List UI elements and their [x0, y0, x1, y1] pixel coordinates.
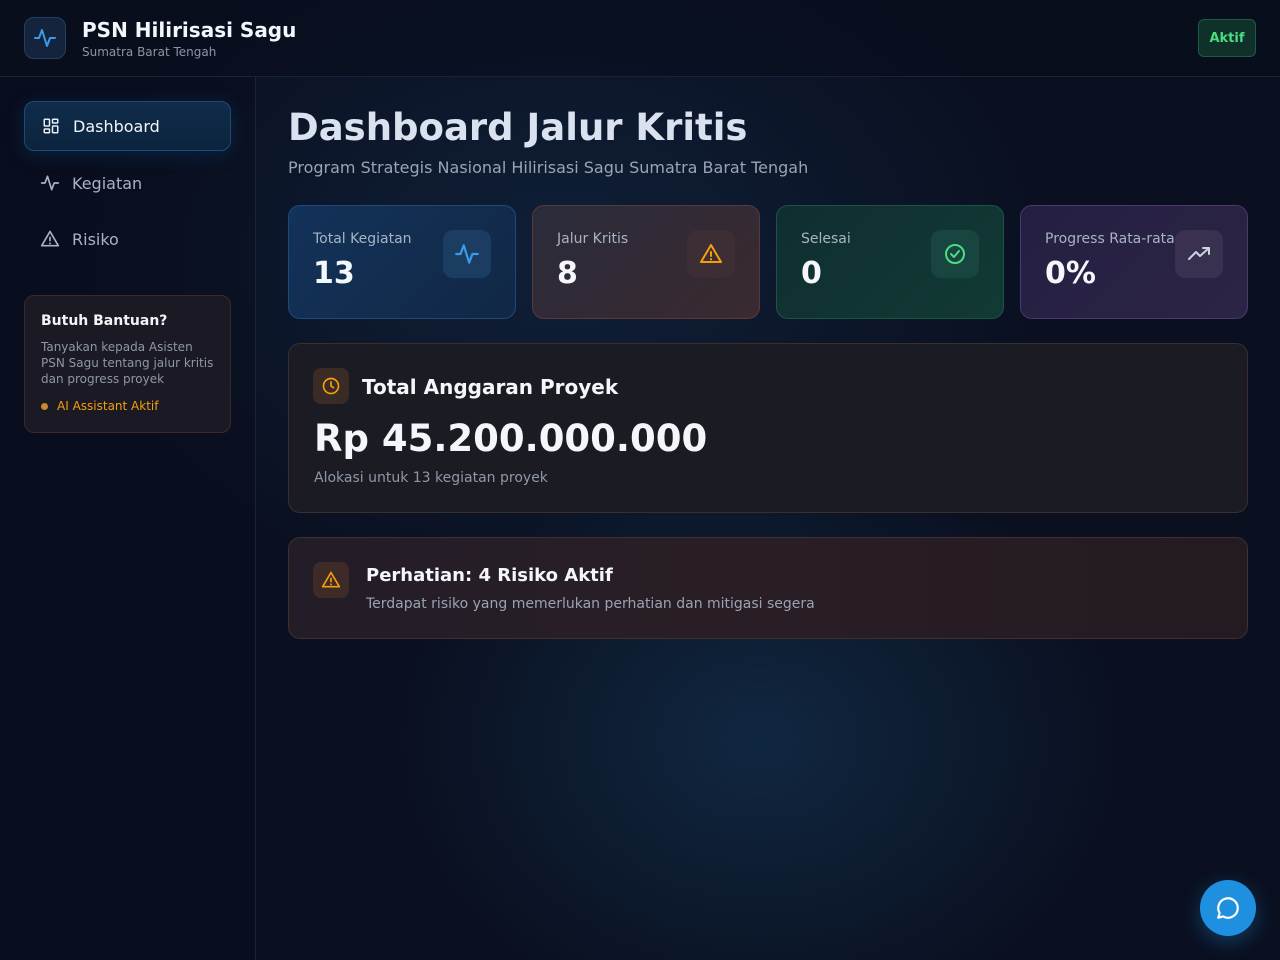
status-badge: Aktif [1198, 19, 1256, 57]
sidebar-item-kegiatan[interactable]: Kegiatan [24, 158, 231, 208]
warning-icon [313, 562, 349, 598]
sidebar-item-label: Risiko [72, 229, 119, 249]
activity-icon [443, 230, 491, 278]
warning-icon [40, 229, 60, 249]
grid-icon [41, 116, 61, 136]
help-text: Tanyakan kepada Asisten PSN Sagu tentang… [41, 340, 214, 386]
stat-card-progress: Progress Rata-rata 0% [1020, 205, 1248, 319]
stat-card-total-kegiatan: Total Kegiatan 13 [288, 205, 516, 319]
stat-card-jalur-kritis: Jalur Kritis 8 [532, 205, 760, 319]
help-title: Butuh Bantuan? [41, 313, 168, 329]
activity-icon [40, 173, 60, 193]
activity-icon [34, 29, 56, 47]
status-dot-icon [41, 402, 48, 410]
help-card: Butuh Bantuan? Tanyakan kepada Asisten P… [24, 295, 231, 433]
budget-title: Total Anggaran Proyek [362, 375, 619, 399]
ai-assistant-status-label: AI Assistant Aktif [57, 399, 159, 413]
risk-alert-card: Perhatian: 4 Risiko Aktif Terdapat risik… [288, 537, 1248, 639]
app-title: PSN Hilirisasi Sagu [82, 18, 297, 42]
warning-icon [687, 230, 735, 278]
sidebar: Dashboard Kegiatan Risiko Butuh Bantuan?… [0, 77, 256, 960]
sidebar-item-risiko[interactable]: Risiko [24, 214, 231, 264]
chat-button[interactable] [1200, 880, 1256, 936]
check-circle-icon [931, 230, 979, 278]
app-subtitle: Sumatra Barat Tengah [82, 45, 217, 59]
budget-card: Total Anggaran Proyek Rp 45.200.000.000 … [288, 343, 1248, 513]
budget-value: Rp 45.200.000.000 [314, 417, 708, 460]
stat-card-selesai: Selesai 0 [776, 205, 1004, 319]
page-title: Dashboard Jalur Kritis [288, 106, 748, 149]
clock-icon [313, 368, 349, 404]
ai-assistant-status: AI Assistant Aktif [41, 399, 214, 413]
budget-note: Alokasi untuk 13 kegiatan proyek [314, 470, 548, 486]
app-logo [24, 17, 66, 59]
sidebar-item-dashboard[interactable]: Dashboard [24, 101, 231, 151]
risk-title: Perhatian: 4 Risiko Aktif [366, 565, 613, 586]
sidebar-item-label: Dashboard [73, 116, 160, 136]
page-subtitle: Program Strategis Nasional Hilirisasi Sa… [288, 158, 809, 177]
chat-bubble-icon [1217, 897, 1239, 919]
trending-up-icon [1175, 230, 1223, 278]
top-header: PSN Hilirisasi Sagu Sumatra Barat Tengah… [0, 0, 1280, 77]
sidebar-item-label: Kegiatan [72, 173, 143, 193]
risk-text: Terdapat risiko yang memerlukan perhatia… [366, 596, 815, 612]
